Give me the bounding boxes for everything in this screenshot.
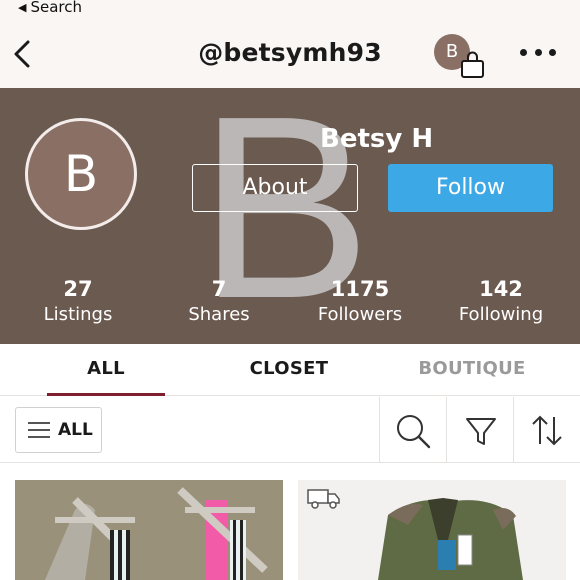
listing-card[interactable] bbox=[298, 480, 566, 580]
active-tab-indicator bbox=[47, 393, 165, 396]
closet-tabs: ALL CLOSET BOUTIQUE bbox=[0, 344, 580, 396]
stat-value: 27 bbox=[63, 277, 93, 301]
shopping-bag-icon bbox=[461, 51, 484, 78]
divider bbox=[446, 397, 447, 463]
stat-shares[interactable]: 7 Shares bbox=[164, 276, 274, 328]
stat-label: Following bbox=[458, 304, 544, 325]
tab-closet[interactable]: CLOSET bbox=[199, 358, 379, 379]
top-navigation-bar: @betsymh93 B bbox=[0, 20, 580, 88]
stat-followers[interactable]: 1175 Followers bbox=[305, 276, 415, 328]
stat-listings[interactable]: 27 Listings bbox=[23, 276, 133, 328]
page-title: @betsymh93 bbox=[198, 38, 382, 67]
tab-boutique[interactable]: BOUTIQUE bbox=[382, 358, 562, 379]
listing-photo-sandals bbox=[15, 480, 283, 580]
listing-grid bbox=[0, 464, 580, 580]
filter-button[interactable] bbox=[461, 411, 501, 451]
filter-bar: ALL bbox=[0, 397, 580, 463]
tab-all[interactable]: ALL bbox=[16, 358, 196, 379]
filter-icon bbox=[466, 418, 496, 445]
listing-card[interactable] bbox=[15, 480, 283, 580]
stat-value: 7 bbox=[211, 277, 227, 301]
status-bar: ◀ Search bbox=[0, 0, 580, 20]
more-options-button[interactable] bbox=[520, 40, 556, 64]
divider bbox=[379, 397, 380, 463]
search-button[interactable] bbox=[393, 411, 433, 451]
search-icon bbox=[397, 415, 431, 449]
about-button[interactable]: About bbox=[192, 164, 358, 212]
profile-header: B B Betsy H About Follow 27 Listings 7 S… bbox=[0, 88, 580, 344]
sort-icon bbox=[532, 415, 562, 446]
shopping-bag-button[interactable] bbox=[458, 50, 488, 80]
shipping-truck-icon bbox=[307, 489, 340, 509]
stat-label: Listings bbox=[43, 304, 113, 325]
stat-label: Followers bbox=[317, 304, 403, 325]
stat-following[interactable]: 142 Following bbox=[446, 276, 556, 328]
menu-icon bbox=[28, 422, 50, 438]
stat-value: 142 bbox=[479, 277, 523, 301]
stat-value: 1175 bbox=[330, 277, 390, 301]
stat-label: Shares bbox=[188, 304, 250, 325]
profile-avatar[interactable]: B bbox=[25, 118, 137, 230]
profile-name: Betsy H bbox=[320, 124, 434, 154]
divider bbox=[513, 397, 514, 463]
sort-button[interactable] bbox=[527, 411, 567, 451]
all-filter-button[interactable]: ALL bbox=[15, 407, 102, 453]
back-to-search-label: Search bbox=[30, 0, 83, 16]
back-to-search-link[interactable]: ◀ Search bbox=[18, 0, 82, 16]
back-triangle-icon: ◀ bbox=[18, 0, 27, 14]
follow-button[interactable]: Follow bbox=[388, 164, 553, 212]
more-dots-icon bbox=[520, 48, 527, 56]
all-filter-label: ALL bbox=[58, 420, 93, 440]
